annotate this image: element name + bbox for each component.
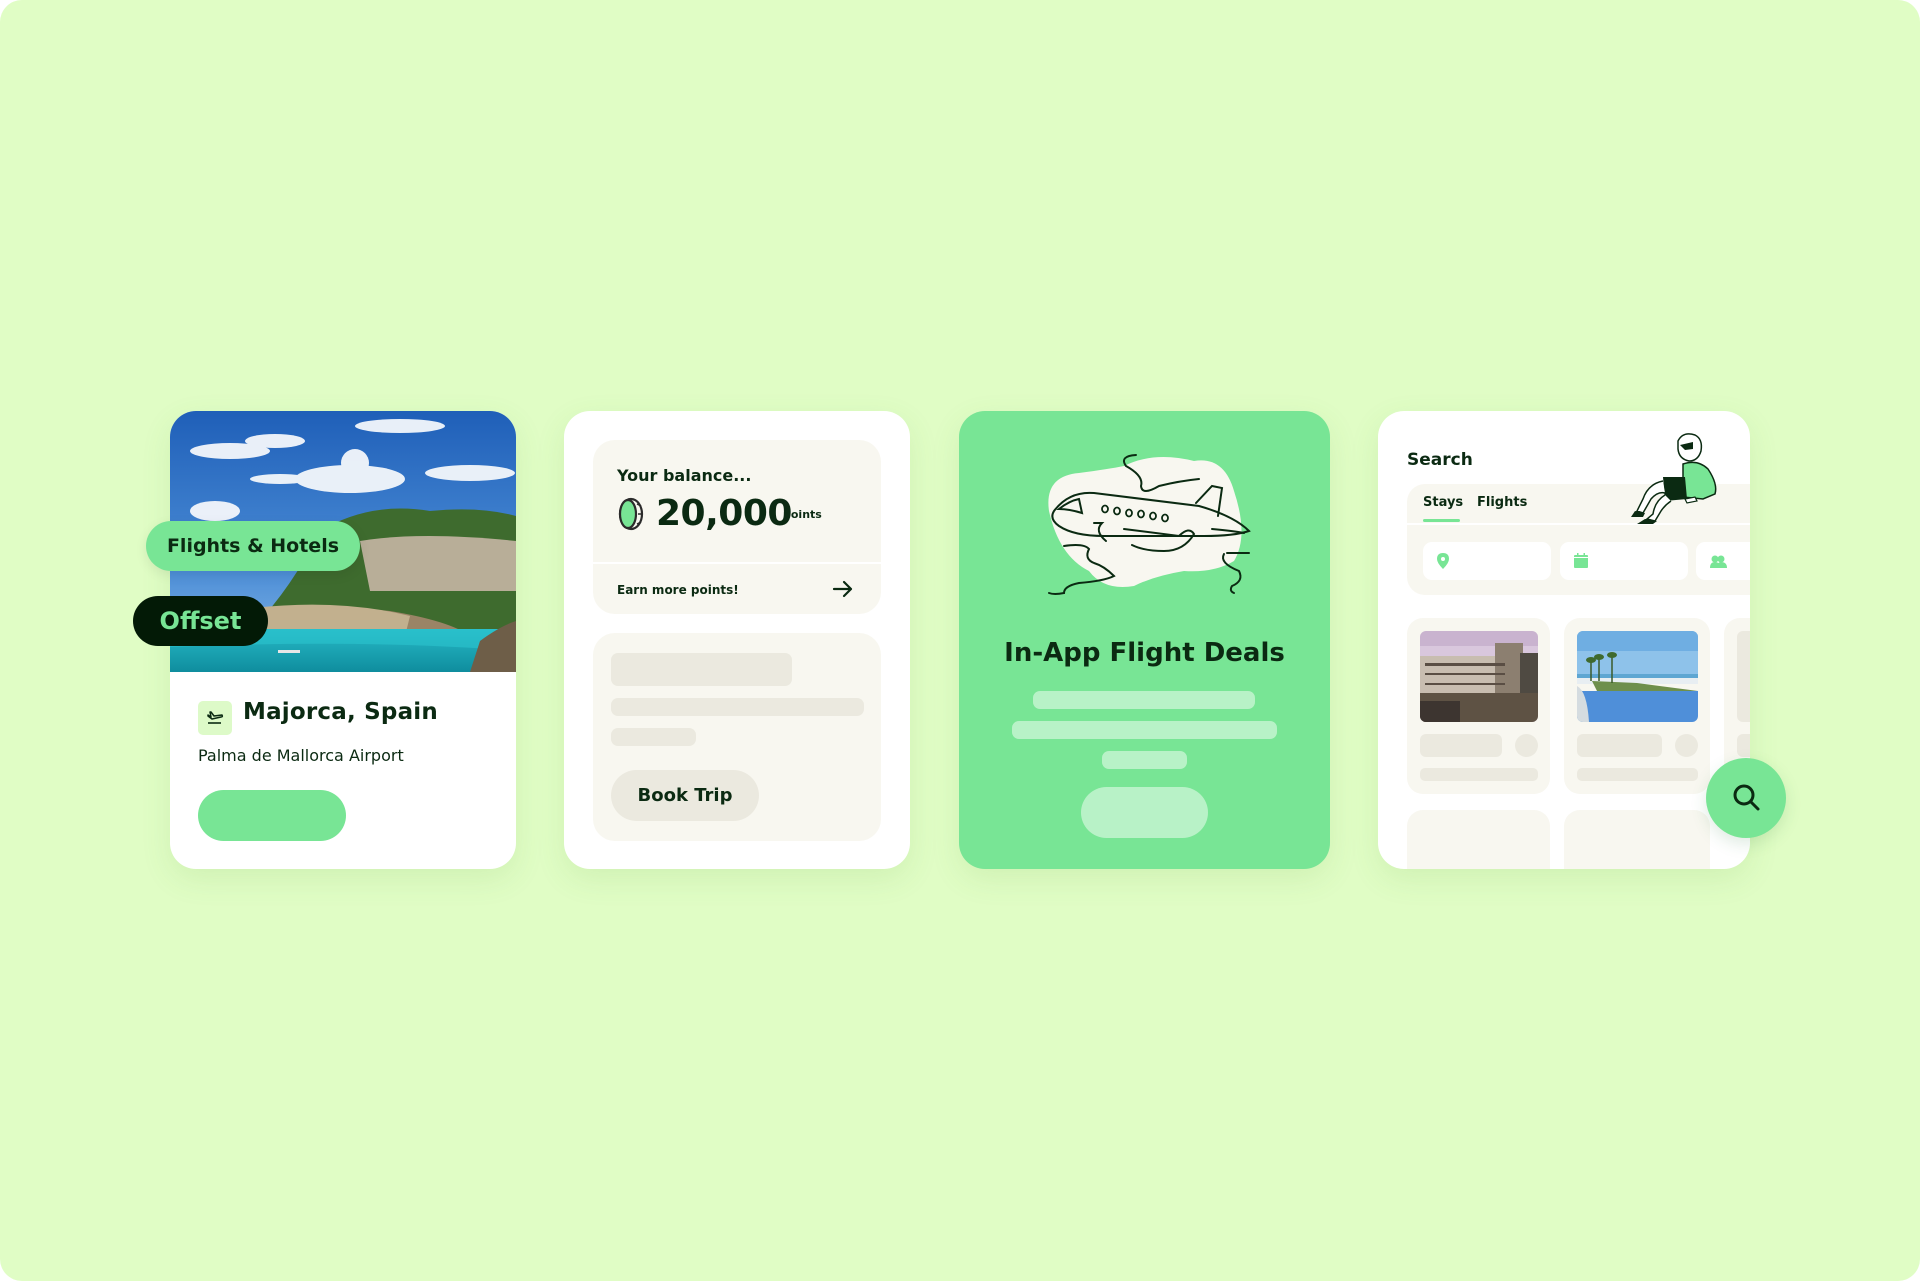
flight-deals-card[interactable]: In-App Flight Deals [959, 411, 1330, 869]
tab-flights[interactable]: Flights [1477, 495, 1527, 510]
dates-field[interactable] [1560, 542, 1688, 580]
skeleton-line [1420, 734, 1502, 757]
divider [593, 562, 881, 564]
castle-hotel-photo [1420, 631, 1538, 722]
category-badge: Flights & Hotels [146, 521, 360, 571]
destination-airport: Palma de Mallorca Airport [198, 746, 404, 765]
result-tile[interactable] [1407, 618, 1550, 794]
destination-cta-button[interactable] [198, 790, 346, 841]
search-fab-button[interactable] [1706, 758, 1786, 838]
search-title: Search [1407, 450, 1473, 470]
points-unit: points [783, 508, 822, 521]
search-card: Search Stays Flights [1378, 411, 1750, 869]
arrow-right-icon[interactable] [832, 580, 854, 602]
skeleton-line [1577, 734, 1662, 757]
active-tab-indicator [1423, 519, 1460, 522]
skeleton-line [1420, 768, 1538, 781]
deals-title: In-App Flight Deals [1004, 638, 1285, 668]
calendar-icon [1574, 553, 1588, 572]
coin-icon [617, 497, 644, 535]
infinity-pool-resort-photo [1577, 631, 1698, 722]
skeleton-line [611, 698, 864, 716]
brand-badge: Offset [133, 596, 268, 646]
points-balance: 20,000 [656, 493, 792, 534]
skeleton-line [1012, 721, 1277, 739]
skeleton-line [1102, 751, 1187, 769]
skeleton-line [611, 728, 696, 746]
balance-card: Your balance... 20,000 points Earn more … [564, 411, 910, 869]
location-field[interactable] [1423, 542, 1551, 580]
location-pin-icon [1437, 553, 1449, 573]
balance-panel: Your balance... 20,000 points Earn more … [593, 440, 881, 614]
balance-label: Your balance... [617, 466, 752, 485]
skeleton-circle [1515, 734, 1538, 757]
trip-panel: Book Trip [593, 633, 881, 841]
result-tile[interactable] [1407, 810, 1550, 869]
guests-icon [1710, 553, 1727, 572]
result-tile[interactable] [1564, 810, 1710, 869]
airplane-landing-icon [198, 701, 232, 735]
guests-field[interactable] [1696, 542, 1750, 580]
deals-cta-button[interactable] [1081, 787, 1208, 838]
earn-more-points-link[interactable]: Earn more points! [617, 583, 739, 597]
tab-stays[interactable]: Stays [1423, 495, 1463, 510]
result-tile[interactable] [1564, 618, 1710, 794]
person-with-laptop-illustration [1623, 429, 1723, 528]
skeleton-circle [1675, 734, 1698, 757]
destination-title: Majorca, Spain [243, 699, 438, 725]
search-icon [1730, 781, 1762, 816]
skeleton-line [1577, 768, 1698, 781]
skeleton-heading [611, 653, 792, 686]
airplane-illustration [1034, 441, 1254, 605]
book-trip-button[interactable]: Book Trip [611, 770, 759, 821]
image-placeholder [1737, 631, 1750, 722]
canvas: Majorca, Spain Palma de Mallorca Airport… [0, 0, 1920, 1281]
skeleton-line [1033, 691, 1255, 709]
skeleton-line [1737, 734, 1750, 757]
